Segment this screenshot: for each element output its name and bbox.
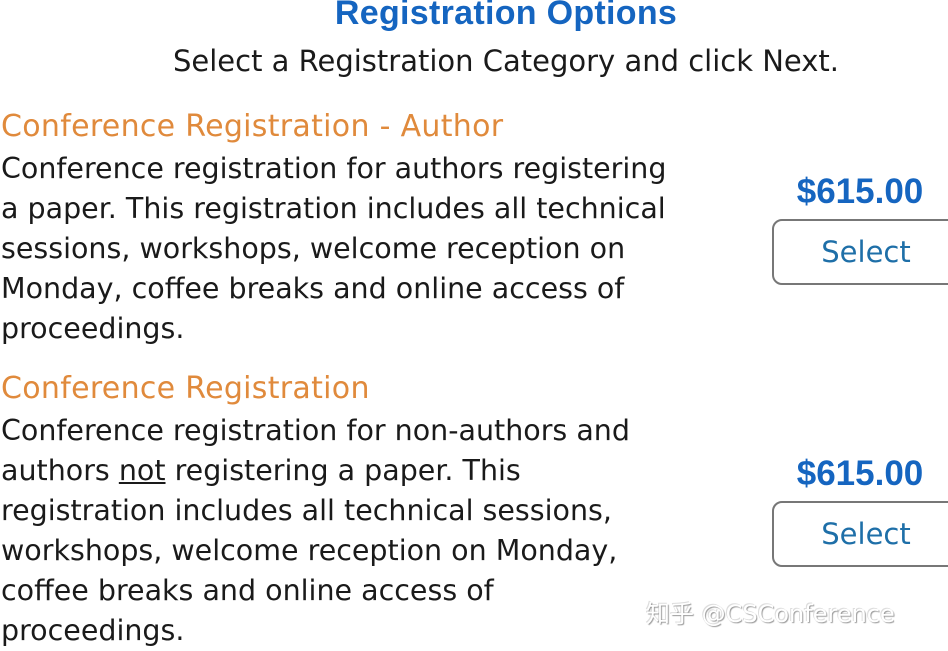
description-line: coffee breaks and online access of <box>1 574 494 607</box>
emphasis-not: not <box>118 454 166 487</box>
description-line: sessions, workshops, welcome reception o… <box>1 232 626 265</box>
option-description: Conference registration for authors regi… <box>1 149 721 349</box>
description-line: proceedings. <box>1 312 185 345</box>
option-title: Conference Registration - Author <box>1 109 504 144</box>
description-line: registration includes all technical sess… <box>1 494 612 527</box>
description-line: workshops, welcome reception on Monday, <box>1 534 618 567</box>
price-label: $615.00 <box>796 454 924 493</box>
option-description: Conference registration for non-authors … <box>1 411 721 651</box>
description-line: Conference registration for non-authors … <box>1 414 630 447</box>
page-title: Registration Options <box>334 0 678 32</box>
price-label: $615.00 <box>796 172 924 211</box>
page-subtitle: Select a Registration Category and click… <box>172 44 840 78</box>
select-button-author[interactable]: Select <box>772 219 948 285</box>
select-button-general[interactable]: Select <box>772 501 948 567</box>
option-title: Conference Registration <box>1 371 370 406</box>
watermark: 知乎 @CSConference <box>646 600 895 628</box>
description-text: authors <box>1 454 119 487</box>
description-line: authors not registering a paper. This <box>1 451 721 491</box>
description-line: Monday, coffee breaks and online access … <box>1 272 625 305</box>
description-line: a paper. This registration includes all … <box>1 192 666 225</box>
description-line: proceedings. <box>1 614 185 647</box>
description-text: registering a paper. This <box>165 454 521 487</box>
description-line: Conference registration for authors regi… <box>1 152 667 185</box>
